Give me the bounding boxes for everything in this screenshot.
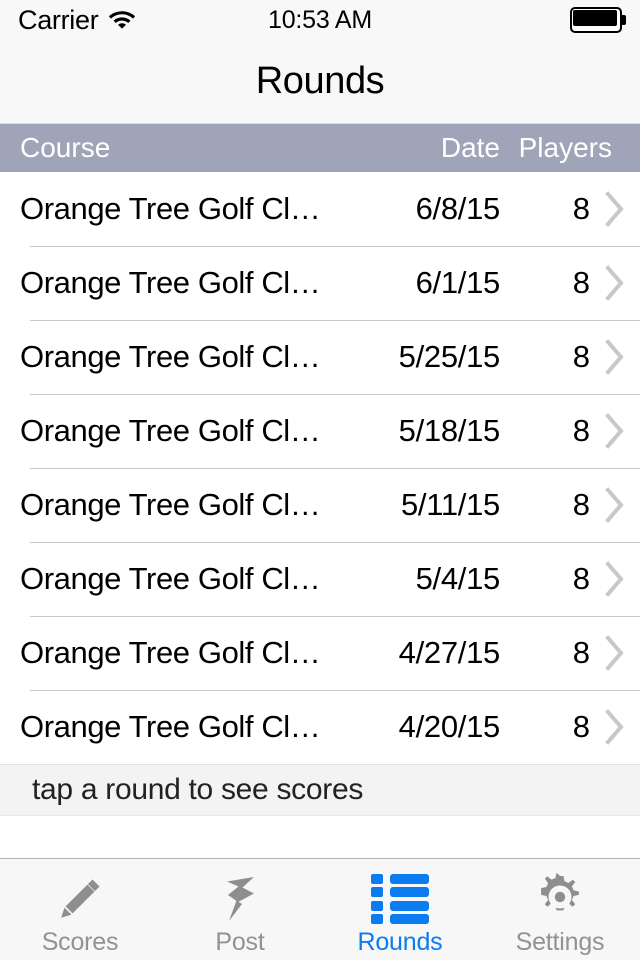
- app-screen: Carrier 10:53 AM Rounds Course Date Play…: [0, 0, 640, 960]
- table-row[interactable]: Orange Tree Golf Cl… 5/11/15 8: [0, 468, 640, 542]
- list-icon: [371, 872, 429, 926]
- table-row[interactable]: Orange Tree Golf Cl… 5/18/15 8: [0, 394, 640, 468]
- chevron-right-icon[interactable]: [590, 561, 640, 597]
- round-course-name: Orange Tree Golf Cl…: [20, 635, 321, 670]
- chevron-right-icon[interactable]: [590, 709, 640, 745]
- round-course-name: Orange Tree Golf Cl…: [20, 191, 321, 226]
- status-bar-right: [570, 0, 626, 40]
- round-player-count: 8: [572, 635, 590, 670]
- chevron-right-icon[interactable]: [590, 191, 640, 227]
- footer-hint: tap a round to see scores: [0, 764, 640, 816]
- tab-scores[interactable]: Scores: [0, 859, 160, 960]
- tab-label: Rounds: [357, 928, 443, 956]
- round-player-count: 8: [572, 265, 590, 300]
- round-date: 6/8/15: [415, 191, 501, 226]
- round-course-name: Orange Tree Golf Cl…: [20, 561, 321, 596]
- round-date: 5/25/15: [398, 339, 501, 374]
- chevron-right-icon[interactable]: [590, 413, 640, 449]
- tab-rounds[interactable]: Rounds: [320, 859, 480, 960]
- round-date: 4/27/15: [398, 635, 501, 670]
- round-course-name: Orange Tree Golf Cl…: [20, 339, 321, 374]
- table-row[interactable]: Orange Tree Golf Cl… 6/1/15 8: [0, 246, 640, 320]
- tab-settings[interactable]: Settings: [480, 859, 640, 960]
- battery-full-icon: [570, 7, 626, 33]
- table-row[interactable]: Orange Tree Golf Cl… 6/8/15 8: [0, 172, 640, 246]
- round-player-count: 8: [572, 191, 590, 226]
- round-player-count: 8: [572, 561, 590, 596]
- round-course-name: Orange Tree Golf Cl…: [20, 487, 321, 522]
- round-date: 5/18/15: [398, 413, 501, 448]
- table-row[interactable]: Orange Tree Golf Cl… 4/27/15 8: [0, 616, 640, 690]
- pencil-icon: [54, 872, 106, 926]
- round-date: 5/4/15: [415, 561, 501, 596]
- round-player-count: 8: [572, 339, 590, 374]
- page-title: Rounds: [255, 60, 385, 102]
- round-course-name: Orange Tree Golf Cl…: [20, 413, 321, 448]
- chevron-right-icon[interactable]: [590, 265, 640, 301]
- chevron-right-icon[interactable]: [590, 635, 640, 671]
- column-header-date: Date: [440, 132, 500, 163]
- tab-label: Settings: [515, 928, 605, 956]
- navigation-bar: Rounds: [0, 40, 640, 124]
- pushpin-icon: [214, 872, 266, 926]
- round-player-count: 8: [572, 709, 590, 744]
- tab-post[interactable]: Post: [160, 859, 320, 960]
- round-date: 4/20/15: [398, 709, 501, 744]
- column-header-players: Players: [518, 132, 612, 163]
- table-row[interactable]: Orange Tree Golf Cl… 5/25/15 8: [0, 320, 640, 394]
- chevron-right-icon[interactable]: [590, 339, 640, 375]
- table-column-header: Course Date Players: [0, 124, 640, 172]
- chevron-right-icon[interactable]: [590, 487, 640, 523]
- round-date: 6/1/15: [415, 265, 501, 300]
- round-player-count: 8: [572, 487, 590, 522]
- gear-icon: [534, 872, 586, 926]
- column-header-course: Course: [20, 132, 111, 163]
- status-bar: Carrier 10:53 AM: [0, 0, 640, 40]
- table-row[interactable]: Orange Tree Golf Cl… 5/4/15 8: [0, 542, 640, 616]
- tab-label: Scores: [41, 928, 119, 956]
- round-player-count: 8: [572, 413, 590, 448]
- list-filler: [0, 816, 640, 858]
- footer-hint-label: tap a round to see scores: [32, 773, 364, 806]
- tab-label: Post: [215, 928, 265, 956]
- table-row[interactable]: Orange Tree Golf Cl… 4/20/15 8: [0, 690, 640, 764]
- rounds-list: Orange Tree Golf Cl… 6/8/15 8 Orange Tree G…: [0, 172, 640, 764]
- round-date: 5/11/15: [400, 487, 500, 522]
- round-course-name: Orange Tree Golf Cl…: [20, 265, 321, 300]
- status-bar-time: 10:53 AM: [267, 5, 373, 34]
- round-course-name: Orange Tree Golf Cl…: [20, 709, 321, 744]
- tab-bar: Scores Post Rounds Settings: [0, 858, 640, 960]
